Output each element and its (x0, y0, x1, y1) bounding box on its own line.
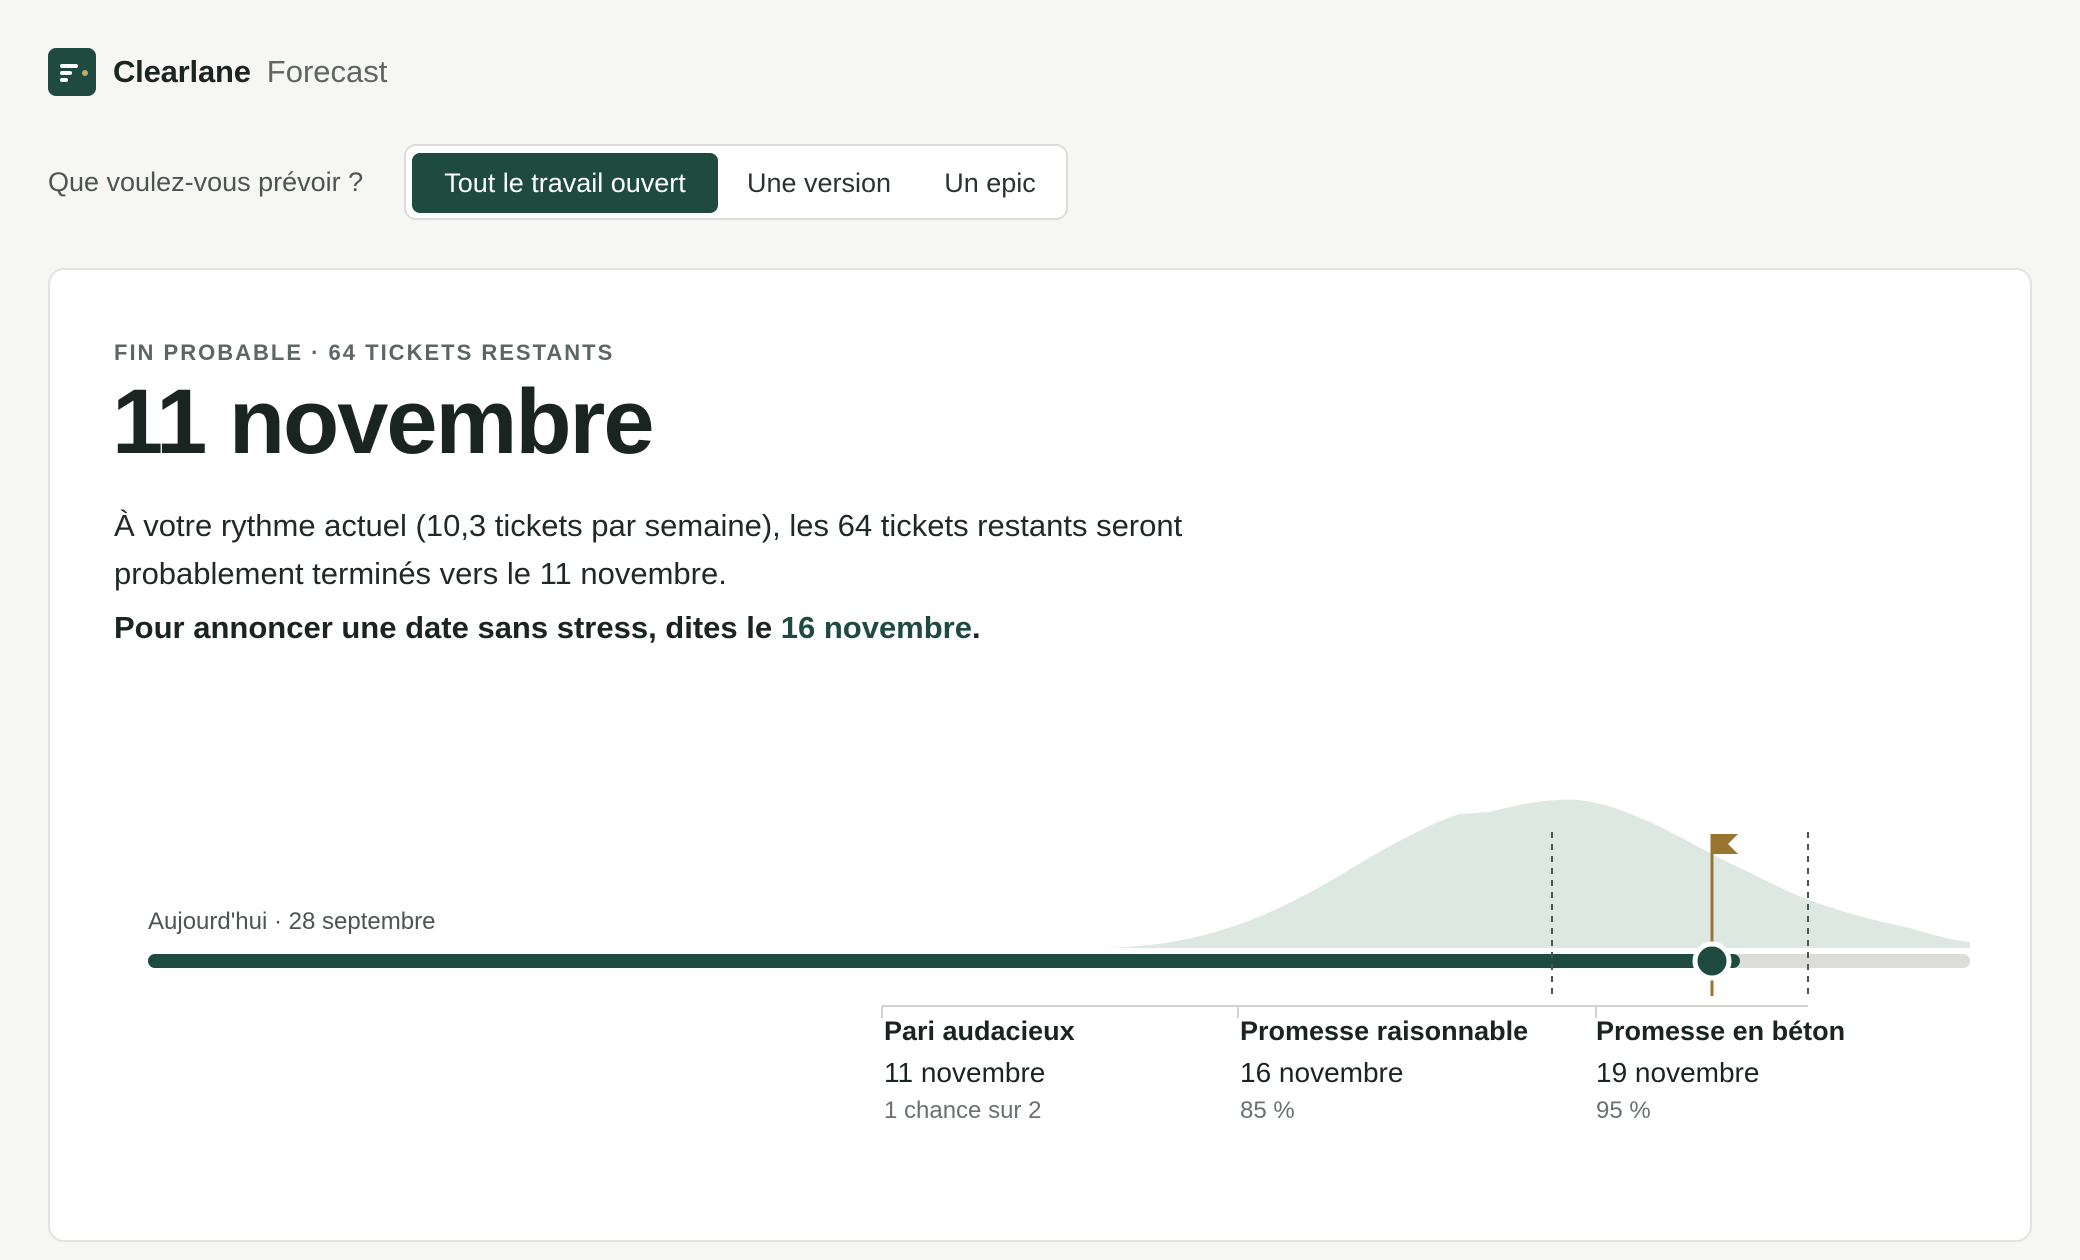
tier-date: 11 novembre (884, 1057, 1046, 1088)
tier-probability: 85 % (1240, 1097, 1295, 1124)
forecast-advice: Pour annoncer une date sans stress, dite… (114, 610, 981, 646)
forecast-summary: À votre rythme actuel (10,3 tickets par … (114, 508, 1183, 591)
progress-handle (1692, 941, 1732, 981)
tier-date: 19 novembre (1596, 1057, 1760, 1088)
tier-title: Promesse raisonnable (1240, 1016, 1529, 1046)
tier-bold-bet: Pari audacieux 11 novembre 1 chance sur … (884, 1016, 1075, 1125)
tier-date: 16 novembre (1240, 1057, 1404, 1088)
advice-prefix: Pour annoncer une date sans stress, dite… (114, 610, 781, 645)
brand-name: Clearlane (113, 54, 251, 89)
forecast-headline-date: 11 novembre (112, 371, 655, 473)
forecast-card: FIN PROBABLE · 64 TICKETS RESTANTS 11 no… (48, 268, 2032, 1242)
forecast-eyebrow: FIN PROBABLE · 64 TICKETS RESTANTS (114, 340, 615, 365)
forecast-logo-icon (48, 48, 96, 96)
scope-option-version[interactable]: Une version (724, 153, 914, 213)
scope-option-all-open-work[interactable]: Tout le travail ouvert (412, 153, 718, 213)
tier-probability: 95 % (1596, 1097, 1651, 1124)
scope-selector: Que voulez-vous prévoir ? Tout le travai… (48, 144, 1068, 220)
tier-rock-solid-promise: Promesse en béton 19 novembre 95 % (1596, 1016, 1845, 1125)
tier-probability: 1 chance sur 2 (884, 1097, 1042, 1124)
tier-reasonable-promise: Promesse raisonnable 16 novembre 85 % (1240, 1016, 1528, 1125)
flag-icon (1712, 834, 1738, 854)
forecast-timeline: Aujourd'hui · 28 septembre Pari audacieu… (50, 770, 2030, 1170)
advice-suffix: . (972, 610, 981, 645)
scope-segmented-control: Tout le travail ouvert Une version Un ep… (404, 144, 1068, 220)
brand: Clearlane Forecast (48, 48, 387, 96)
tier-title: Promesse en béton (1596, 1016, 1846, 1046)
product-name: Forecast (266, 54, 388, 89)
scope-option-epic[interactable]: Un epic (922, 153, 1058, 213)
completion-distribution (1090, 799, 1970, 948)
tier-title: Pari audacieux (884, 1016, 1075, 1046)
timeline-progress (148, 954, 1740, 968)
scope-question: Que voulez-vous prévoir ? (48, 166, 364, 197)
advice-date: 16 novembre (780, 610, 972, 645)
